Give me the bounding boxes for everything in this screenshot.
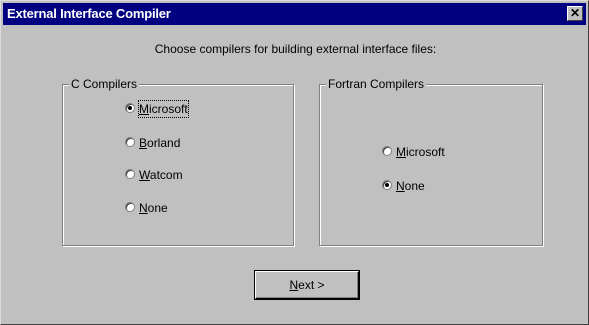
next-button[interactable]: Next > <box>254 270 360 300</box>
instruction-text: Choose compilers for building external i… <box>154 42 437 56</box>
radio-unchecked-icon <box>125 202 135 212</box>
radio-unchecked-icon <box>382 146 392 156</box>
compiler-dialog: External Interface Compiler ✕ Choose com… <box>0 0 589 325</box>
fortran-compilers-group: Fortran Compilers Microsoft None <box>319 77 543 246</box>
fortran-compilers-legend: Fortran Compilers <box>326 77 427 91</box>
radio-label: Microsoft <box>138 100 189 118</box>
radio-label: Borland <box>139 136 181 150</box>
radio-checked-icon <box>125 103 135 113</box>
radio-checked-icon <box>382 180 392 190</box>
c-compilers-group: C Compilers Microsoft Borland Watcom Non… <box>62 77 294 246</box>
radio-unchecked-icon <box>125 137 135 147</box>
radio-label: None <box>139 201 168 215</box>
close-button[interactable]: ✕ <box>567 6 583 21</box>
title-bar[interactable]: External Interface Compiler ✕ <box>3 3 586 25</box>
radio-label: None <box>396 179 425 193</box>
radio-label: Watcom <box>139 168 183 182</box>
radio-label: Microsoft <box>396 145 445 159</box>
next-button-label: Next > <box>289 278 325 292</box>
window-title: External Interface Compiler <box>7 6 171 21</box>
close-icon: ✕ <box>569 6 581 20</box>
c-compilers-legend: C Compilers <box>69 77 140 91</box>
radio-unchecked-icon <box>125 169 135 179</box>
